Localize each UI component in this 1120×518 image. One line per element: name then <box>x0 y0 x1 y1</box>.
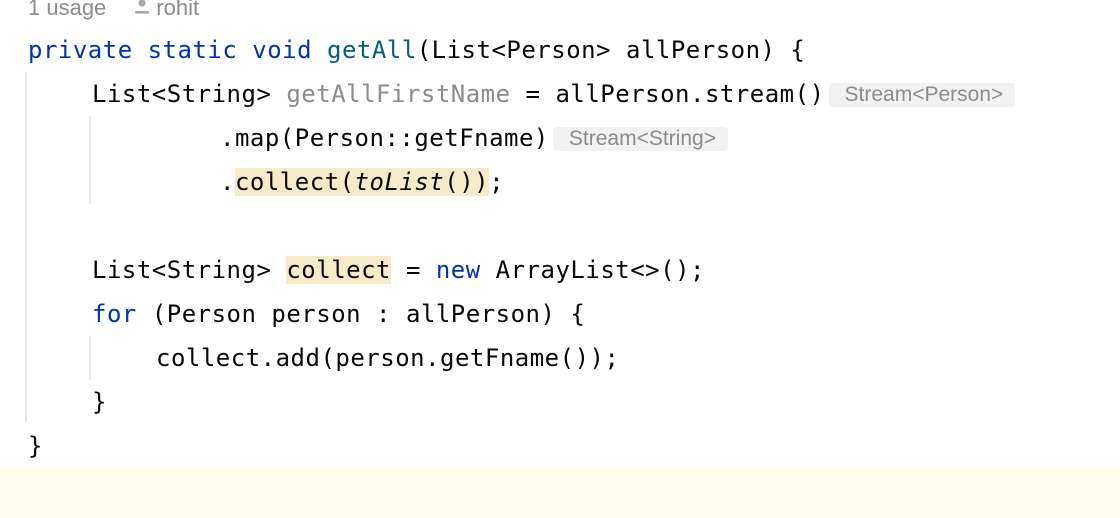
author-hint[interactable]: rohit <box>156 0 199 20</box>
highlighted-variable[interactable]: collect <box>286 256 391 284</box>
code-vision-hints: 1 usage rohit <box>28 0 199 22</box>
variable-type: List<String> <box>92 256 272 284</box>
type-inlay-hint: Stream<Person> <box>828 83 1016 107</box>
closing-brace: } <box>28 432 43 460</box>
map-call: .map(Person::getFname) <box>220 124 549 152</box>
dot: . <box>220 168 235 196</box>
for-header: (Person person : allPerson) { <box>151 300 586 328</box>
semicolon: ; <box>489 168 505 196</box>
static-method-call: toList <box>354 168 445 196</box>
code-line-3: .map(Person::getFname) Stream<String> <box>220 116 728 160</box>
code-line-2: List<String> getAllFirstName = allPerson… <box>92 72 1016 116</box>
code-line-10: } <box>28 424 43 468</box>
variable-type: List<String> <box>92 80 272 108</box>
closing-brace: } <box>92 388 107 416</box>
code-line-4: .collect(toList()); <box>220 160 504 204</box>
method-modifiers: private static void <box>28 36 313 64</box>
stream-expression: = allPerson.stream() <box>525 80 825 108</box>
code-line-8: collect.add(person.getFname()); <box>156 336 619 380</box>
assign-operator: = <box>405 256 421 284</box>
method-signature: (List<Person> allPerson) { <box>416 36 806 64</box>
indent-guide-for-loop <box>89 336 91 380</box>
new-keyword: new <box>435 256 481 284</box>
unused-variable[interactable]: getAllFirstName <box>286 80 510 108</box>
add-statement: collect.add(person.getFname()); <box>156 344 620 372</box>
indent-guide-continuation <box>89 116 91 204</box>
usages-hint[interactable]: 1 usage <box>28 0 106 20</box>
indent-guide-method <box>25 72 27 422</box>
code-line-7: for (Person person : allPerson) { <box>92 292 585 336</box>
for-keyword: for <box>92 300 137 328</box>
code-line-9: } <box>92 380 107 424</box>
highlighted-collect-call[interactable]: collect(toList()) <box>234 168 490 196</box>
caret-row-highlight <box>0 467 1120 518</box>
code-line-1: private static void getAll(List<Person> … <box>28 28 805 72</box>
method-name[interactable]: getAll <box>327 36 417 64</box>
type-inlay-hint: Stream<String> <box>552 127 728 151</box>
code-line-6: List<String> collect = new ArrayList<>()… <box>92 248 705 292</box>
constructor-call: ArrayList<>(); <box>495 256 705 284</box>
person-icon <box>135 0 150 14</box>
